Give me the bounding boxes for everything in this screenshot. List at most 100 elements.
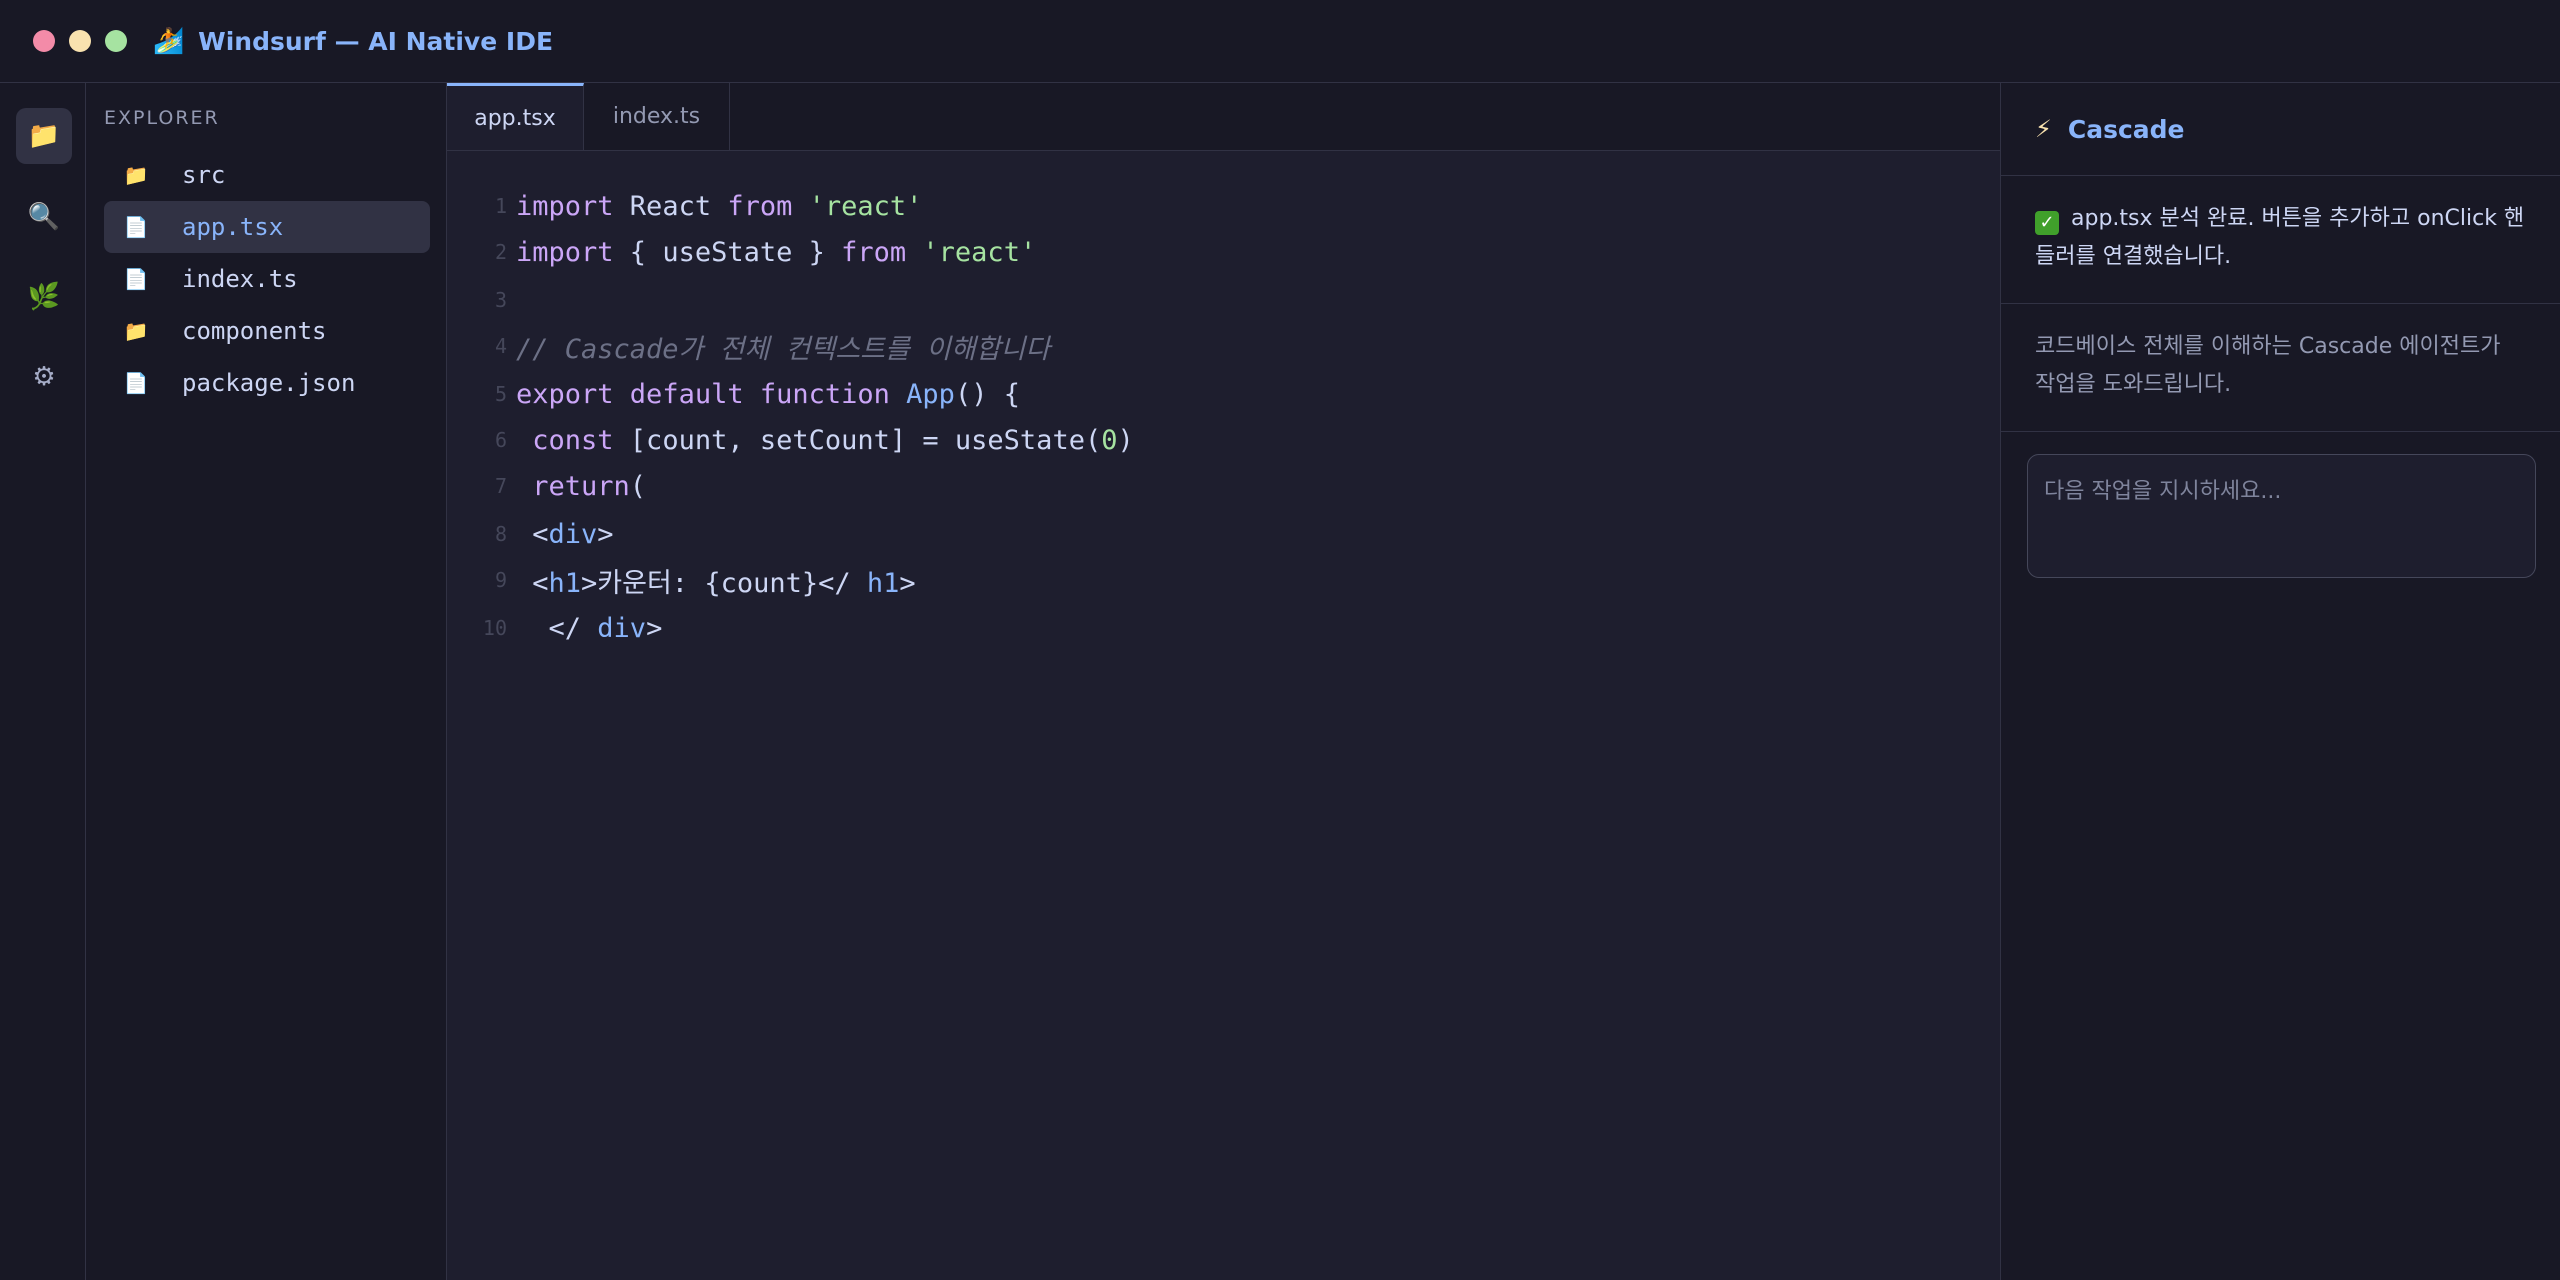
code-token: < (516, 567, 549, 599)
tab-app-tsx[interactable]: app.tsx (447, 83, 584, 150)
file-icon: 📄 (123, 371, 149, 395)
code-token: h1 (548, 567, 582, 599)
code-text: import { useState } from 'react' (516, 237, 1036, 268)
code-token: from (711, 190, 793, 222)
code-token: export (516, 378, 614, 410)
code-token: 0 (1101, 424, 1118, 456)
code-token: ) (1117, 424, 1134, 456)
surfer-icon: 🏄 (153, 26, 185, 55)
prompt-placeholder: 다음 작업을 지시하세요... (2044, 479, 2282, 504)
explorer-item-app-tsx[interactable]: 📄 app.tsx (104, 201, 430, 253)
explorer-item-src[interactable]: 📁 src (104, 149, 430, 201)
explorer-item-label: package.json (182, 369, 356, 397)
gear-icon: ⚙ (32, 362, 56, 392)
code-token: const (516, 424, 614, 456)
code-token: h1 (850, 567, 900, 599)
code-token: App (889, 378, 955, 410)
code-token: { useState } (613, 236, 825, 268)
line-number: 1 (494, 194, 507, 218)
source-control-icon: 🌿 (27, 282, 61, 312)
code-token: > (646, 612, 663, 644)
line-number: 5 (494, 382, 507, 406)
line-number: 10 (482, 616, 507, 640)
code-text: import React from 'react' (516, 191, 922, 222)
source-control-activity-button[interactable]: 🌿 (16, 269, 72, 325)
explorer-activity-button[interactable]: 📁 (16, 108, 72, 164)
cascade-prompt-input[interactable]: 다음 작업을 지시하세요... (2027, 454, 2536, 578)
check-icon: ✓ (2035, 211, 2059, 235)
code-text: <h1>카운터: {count}</ h1> (516, 561, 916, 600)
code-token: [count, setCount] = useState( (613, 424, 1102, 456)
code-text: // Cascade가 전체 컨텍스트를 이해합니다 (516, 327, 1050, 366)
maximize-window-button[interactable] (105, 30, 127, 52)
code-token: function (743, 378, 890, 410)
explorer-panel: EXPLORER 📁 src 📄 app.tsx 📄 index.ts 📁 co… (86, 83, 447, 1280)
line-number: 3 (494, 288, 507, 312)
code-token: return (516, 470, 630, 502)
status-message-text: app.tsx 분석 완료. 버튼을 추가하고 onClick 핸들러를 연결했… (2035, 206, 2525, 269)
code-token: // Cascade가 전체 컨텍스트를 이해합니다 (516, 333, 1051, 365)
explorer-item-package-json[interactable]: 📄 package.json (104, 357, 430, 409)
editor-area: app.tsx index.ts 1 import React from 'rea… (447, 83, 2000, 1280)
code-token: import (516, 236, 614, 268)
code-token: 'react' (792, 190, 923, 222)
line-number: 8 (494, 522, 507, 546)
info-message-text: 코드베이스 전체를 이해하는 Cascade 에이전트가 작업을 도와드립니다. (2035, 334, 2501, 397)
code-token: div (548, 518, 598, 550)
code-token: >카운터: {count}</ (581, 567, 851, 599)
lightning-icon: ⚡ (2035, 115, 2052, 143)
line-number: 2 (494, 240, 507, 264)
explorer-item-label: components (182, 317, 327, 345)
title-bar: 🏄 Windsurf — AI Native IDE (0, 0, 2560, 83)
code-token: () { (954, 378, 1020, 410)
folder-icon: 📁 (123, 163, 149, 187)
code-text: const [count, setCount] = useState(0) (516, 425, 1134, 456)
code-token: React (613, 190, 712, 222)
cascade-title: Cascade (2067, 114, 2185, 144)
cascade-panel: ⚡ Cascade ✓ app.tsx 분석 완료. 버튼을 추가하고 onCli… (2000, 83, 2560, 1280)
cascade-status-message: ✓ app.tsx 분석 완료. 버튼을 추가하고 onClick 핸들러를 연결… (2001, 176, 2560, 304)
code-token: > (899, 567, 916, 599)
explorer-item-label: index.ts (182, 265, 298, 293)
code-token: import (516, 190, 614, 222)
editor-tabs: app.tsx index.ts (447, 83, 2000, 151)
minimize-window-button[interactable] (69, 30, 91, 52)
explorer-item-label: src (182, 161, 226, 189)
code-token: > (597, 518, 614, 550)
tab-label: index.ts (612, 104, 701, 129)
line-number: 9 (494, 568, 507, 592)
code-token: default (613, 378, 744, 410)
window-controls (33, 30, 127, 52)
code-text: export default function App() { (516, 379, 1020, 410)
close-window-button[interactable] (33, 30, 55, 52)
tab-label: app.tsx (474, 105, 556, 131)
code-text: <div> (516, 518, 614, 550)
explorer-item-index-ts[interactable]: 📄 index.ts (104, 253, 430, 305)
search-icon: 🔍 (27, 202, 61, 232)
code-token: from (824, 236, 907, 268)
code-text: return( (516, 471, 646, 502)
folder-icon: 📁 (123, 319, 149, 343)
explorer-item-label: app.tsx (182, 213, 284, 241)
code-text: </ div> (516, 612, 663, 644)
file-icon: 📄 (123, 215, 149, 239)
code-token: < (516, 518, 549, 550)
code-token: ( (629, 470, 647, 502)
file-icon: 📄 (123, 267, 149, 291)
code-token: 'react' (906, 236, 1037, 268)
search-activity-button[interactable]: 🔍 (16, 189, 72, 245)
line-number: 4 (494, 334, 507, 358)
app-title: 🏄 Windsurf — AI Native IDE (153, 26, 553, 56)
code-token: div (581, 612, 647, 644)
explorer-item-components[interactable]: 📁 components (104, 305, 430, 357)
app-title-text: Windsurf — AI Native IDE (198, 26, 554, 56)
activity-bar: 📁 🔍 🌿 ⚙ (0, 83, 86, 1280)
line-number: 7 (494, 474, 507, 498)
cascade-info-message: 코드베이스 전체를 이해하는 Cascade 에이전트가 작업을 도와드립니다. (2001, 304, 2560, 432)
explorer-title: EXPLORER (104, 107, 220, 129)
line-number: 6 (494, 428, 507, 452)
settings-activity-button[interactable]: ⚙ (16, 349, 72, 405)
tab-index-ts[interactable]: index.ts (584, 83, 730, 150)
cascade-header: ⚡ Cascade (2001, 83, 2560, 176)
code-token: </ (516, 612, 582, 644)
